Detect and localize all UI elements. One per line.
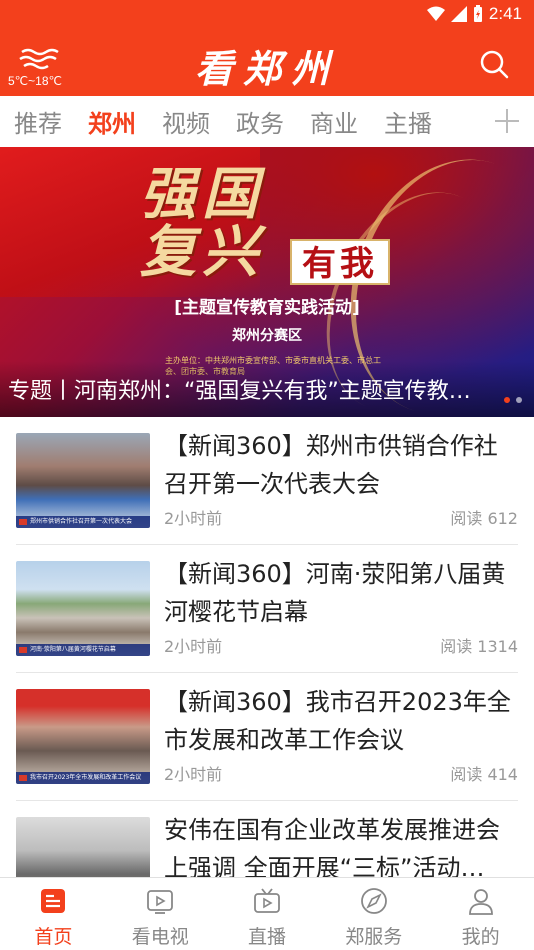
nav-label: 看电视 <box>131 926 189 948</box>
add-channel-button[interactable] <box>480 96 534 146</box>
pagination-dot-active <box>504 397 510 403</box>
tabs-fade <box>444 96 484 146</box>
pagination-dot <box>516 397 522 403</box>
status-bar: 2:41 <box>0 0 534 28</box>
category-tabs: 推荐 郑州 视频 政务 商业 主播 <box>0 96 534 146</box>
banner-caption: 专题丨河南郑州：“强国复兴有我”主题宣传教… <box>8 379 471 404</box>
news-read-count: 阅读 414 <box>450 765 518 784</box>
banner-calligraphy: 强国复兴 <box>140 161 264 285</box>
nav-label: 首页 <box>34 926 73 948</box>
tab-business[interactable]: 商业 <box>310 104 358 139</box>
news-thumbnail: 我市召开2023年全市发展和改革工作会议 <box>16 689 150 784</box>
news-thumbnail <box>16 817 150 877</box>
cell-signal-icon <box>450 6 467 22</box>
bottom-nav: 首页 看电视 直播 郑服务 我的 <box>0 877 534 950</box>
nav-profile[interactable]: 我的 <box>427 878 534 950</box>
thumbnail-caption: 我市召开2023年全市发展和改革工作会议 <box>16 772 150 784</box>
nav-live[interactable]: 直播 <box>214 878 321 950</box>
nav-service[interactable]: 郑服务 <box>320 878 427 950</box>
plus-icon <box>495 109 519 133</box>
search-button[interactable] <box>478 48 510 80</box>
status-time: 2:41 <box>488 4 522 23</box>
banner-subtitle-region: 郑州分赛区 <box>232 328 302 344</box>
banner-pagination <box>504 397 522 403</box>
status-icons: 2:41 <box>426 4 522 24</box>
thumbnail-caption: 河南·荥阳第八届黄河樱花节启幕 <box>16 644 150 656</box>
news-item[interactable]: 郑州市供销合作社召开第一次代表大会 【新闻360】郑州市供销合作社召开第一次代表… <box>16 417 518 545</box>
tab-zhengzhou[interactable]: 郑州 <box>88 104 136 139</box>
news-item[interactable]: 我市召开2023年全市发展和改革工作会议 【新闻360】我市召开2023年全市发… <box>16 673 518 801</box>
news-title: 【新闻360】河南·荥阳第八届黄河樱花节启幕 <box>164 560 506 626</box>
tab-government[interactable]: 政务 <box>236 104 284 139</box>
news-title: 安伟在国有企业改革发展推进会上强调 全面开展“三标”活动… <box>164 816 500 877</box>
nav-label: 郑服务 <box>345 926 403 948</box>
news-thumbnail: 郑州市供销合作社召开第一次代表大会 <box>16 433 150 528</box>
featured-banner[interactable]: 强国复兴 有我 [主题宣传教育实践活动] 郑州分赛区 主办单位：中共郑州市委宣传… <box>0 147 534 417</box>
search-icon <box>480 50 509 79</box>
banner-highlight: 有我 <box>290 239 390 285</box>
news-thumbnail: 河南·荥阳第八届黄河樱花节启幕 <box>16 561 150 656</box>
news-feed: 郑州市供销合作社召开第一次代表大会 【新闻360】郑州市供销合作社召开第一次代表… <box>0 417 534 877</box>
news-time: 2小时前 <box>164 509 223 528</box>
news-meta: 2小时前 阅读 1314 <box>164 633 518 657</box>
tab-video[interactable]: 视频 <box>162 104 210 139</box>
news-time: 2小时前 <box>164 765 223 784</box>
app-header: 5℃~18℃ 看郑州 <box>0 28 534 96</box>
thumbnail-caption: 郑州市供销合作社召开第一次代表大会 <box>16 516 150 528</box>
news-title: 【新闻360】我市召开2023年全市发展和改革工作会议 <box>164 688 511 754</box>
nav-home[interactable]: 首页 <box>0 878 107 950</box>
nav-watch-tv[interactable]: 看电视 <box>107 878 214 950</box>
tab-recommend[interactable]: 推荐 <box>14 104 62 139</box>
profile-icon <box>468 889 493 915</box>
news-read-count: 阅读 612 <box>450 509 518 528</box>
news-item[interactable]: 河南·荥阳第八届黄河樱花节启幕 【新闻360】河南·荥阳第八届黄河樱花节启幕 2… <box>16 545 518 673</box>
news-meta: 2小时前 阅读 612 <box>164 505 518 529</box>
service-icon <box>360 888 387 914</box>
home-news-icon <box>41 889 66 913</box>
news-item[interactable]: 安伟在国有企业改革发展推进会上强调 全面开展“三标”活动… <box>16 801 518 877</box>
news-read-count: 阅读 1314 <box>440 637 518 656</box>
news-time: 2小时前 <box>164 637 223 656</box>
nav-label: 直播 <box>247 926 286 948</box>
news-meta: 2小时前 阅读 414 <box>164 761 518 785</box>
app-logo: 看郑州 <box>194 46 339 91</box>
news-title: 【新闻360】郑州市供销合作社召开第一次代表大会 <box>164 432 498 498</box>
banner-subtitle: [主题宣传教育实践活动] <box>174 298 360 318</box>
battery-icon <box>473 5 482 22</box>
tv-icon <box>147 890 174 914</box>
live-icon <box>254 888 280 913</box>
tab-anchor[interactable]: 主播 <box>384 104 432 139</box>
nav-label: 我的 <box>461 926 500 948</box>
wifi-icon <box>426 6 445 21</box>
